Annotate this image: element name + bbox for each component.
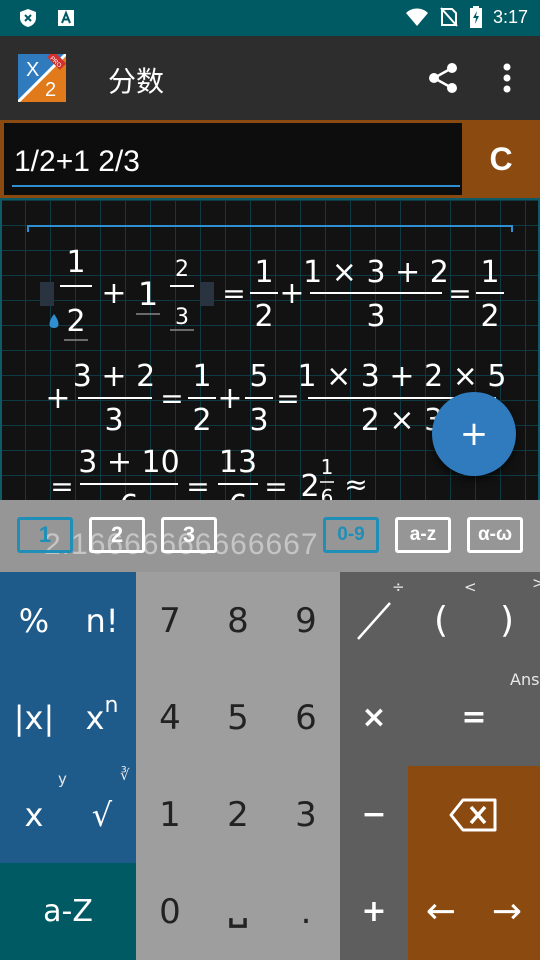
l3-t1-num: 3 + 10 xyxy=(78,445,179,480)
l2-eq1: = xyxy=(160,382,183,415)
keypad: % n! |x| xn x y √ ∛ a-Z 7 8 9 4 5 6 1 2 … xyxy=(0,572,540,960)
add-button[interactable]: + xyxy=(432,392,516,476)
l2-t2-den: 2 xyxy=(192,403,211,438)
tab-1[interactable]: 1 xyxy=(17,517,73,553)
expression-input-row: 1/2+1 2/3 C xyxy=(0,120,540,198)
status-bar: 3:17 xyxy=(0,0,540,36)
alpha-key[interactable]: a-Z xyxy=(0,863,136,960)
l2-t4-den: 2 × 3 xyxy=(361,403,443,438)
l1-plus: + xyxy=(279,276,304,311)
shield-x-icon xyxy=(20,9,36,27)
l2-t2-num: 1 xyxy=(192,359,211,394)
nth-root-hint: ∛ xyxy=(120,766,130,784)
battery-charging-icon xyxy=(469,6,482,28)
l2-t4-num: 1 × 3 + 2 × 5 xyxy=(298,359,507,394)
no-sim-icon xyxy=(440,7,458,27)
l3-mixed-num: 1 xyxy=(321,455,334,479)
digit-9-key[interactable]: 9 xyxy=(272,572,340,669)
backspace-key[interactable] xyxy=(408,766,540,863)
lhs-plus: + xyxy=(101,276,126,311)
wifi-icon xyxy=(405,8,428,26)
l1-t3-num: 1 xyxy=(480,255,499,290)
l2-t3-den: 3 xyxy=(249,403,268,438)
plus-key[interactable]: + xyxy=(340,863,408,960)
logo-x: X xyxy=(26,59,39,81)
page-title: 分数 xyxy=(108,65,165,98)
a-box-icon xyxy=(58,10,74,26)
l3-eq1: = xyxy=(50,470,73,500)
digit-6-key[interactable]: 6 xyxy=(272,669,340,766)
root-y-hint: y xyxy=(58,770,67,788)
app-bar: X 2 PRO 分数 xyxy=(0,36,540,120)
l1-t2-den: 3 xyxy=(366,299,385,334)
ans-hint: Ans xyxy=(510,670,540,689)
cursor-right-key[interactable]: → xyxy=(474,863,540,960)
lhs-whole: 1 xyxy=(138,275,158,313)
l3-eq2: = xyxy=(186,470,209,500)
minus-key[interactable]: − xyxy=(340,766,408,863)
digit-1-key[interactable]: 1 xyxy=(136,766,204,863)
logo-2: 2 xyxy=(45,79,56,101)
input-underline xyxy=(12,185,460,187)
digit-5-key[interactable]: 5 xyxy=(204,669,272,766)
power-exp: n xyxy=(104,693,119,718)
digit-2-key[interactable]: 2 xyxy=(204,766,272,863)
tab-digits[interactable]: 0-9 xyxy=(323,517,379,553)
app-logo: X 2 PRO xyxy=(18,54,66,102)
l2-t1-den: 3 xyxy=(104,403,123,438)
l1-t3-den: 2 xyxy=(480,299,499,334)
percent-key[interactable]: % xyxy=(0,572,68,669)
l3-t1-den: 6 xyxy=(119,489,138,500)
lhs-mixed-den: 3 xyxy=(175,305,189,330)
l1-t2-num: 1 × 3 + 2 xyxy=(303,255,449,290)
l3-eq3: = xyxy=(264,470,287,500)
l3-whole: 2 xyxy=(300,469,319,500)
multiply-key[interactable]: × xyxy=(340,669,408,766)
lhs-den: 2 xyxy=(66,304,85,339)
backspace-icon xyxy=(449,798,497,831)
l3-approx: ≈ xyxy=(344,468,367,500)
l2-plus: + xyxy=(45,381,70,416)
l1-eq2: = xyxy=(448,277,471,310)
l3-mixed-den: 6 xyxy=(321,485,334,500)
l1-eq: = xyxy=(222,277,245,310)
lhs-num: 1 xyxy=(66,245,85,280)
power-key[interactable]: xn xyxy=(68,669,136,766)
l2-t3-num: 5 xyxy=(249,359,268,394)
tab-latin[interactable]: a-z xyxy=(395,517,451,553)
l2-eq2: = xyxy=(276,382,299,415)
clear-button[interactable]: C xyxy=(462,120,540,198)
divide-hint: ÷ xyxy=(392,578,405,596)
share-icon[interactable] xyxy=(424,58,464,98)
tab-greek[interactable]: α-ω xyxy=(467,517,523,553)
lhs-mixed-num: 2 xyxy=(175,257,189,282)
digit-4-key[interactable]: 4 xyxy=(136,669,204,766)
digit-7-key[interactable]: 7 xyxy=(136,572,204,669)
decimal-point-key[interactable]: . xyxy=(272,863,340,960)
space-key[interactable]: ␣ xyxy=(204,863,272,960)
l1-t1-den: 2 xyxy=(254,299,273,334)
factorial-key[interactable]: n! xyxy=(68,572,136,669)
l2-t1-num: 3 + 2 xyxy=(73,359,155,394)
cursor-handle-icon xyxy=(49,314,59,328)
tab-3[interactable]: 3 xyxy=(161,517,217,553)
right-paren-key[interactable]: ) xyxy=(474,572,540,669)
more-vert-icon[interactable] xyxy=(490,58,524,98)
tab-2[interactable]: 2 xyxy=(89,517,145,553)
digit-8-key[interactable]: 8 xyxy=(204,572,272,669)
l2-plus2: + xyxy=(217,381,242,416)
abs-key[interactable]: |x| xyxy=(0,669,68,766)
digit-0-key[interactable]: 0 xyxy=(136,863,204,960)
l1-t1-num: 1 xyxy=(254,255,273,290)
power-base: x xyxy=(85,698,105,737)
l3-t2-num: 13 xyxy=(219,445,257,480)
digit-3-key[interactable]: 3 xyxy=(272,766,340,863)
right-paren-hint: > xyxy=(532,574,540,592)
expression-input[interactable]: 1/2+1 2/3 xyxy=(4,123,462,195)
l3-t2-den: 6 xyxy=(228,489,247,500)
fraction-slash-icon xyxy=(357,601,391,640)
status-time: 3:17 xyxy=(492,6,528,27)
cursor-left-key[interactable]: ← xyxy=(408,863,474,960)
expression-text: 1/2+1 2/3 xyxy=(14,145,140,178)
